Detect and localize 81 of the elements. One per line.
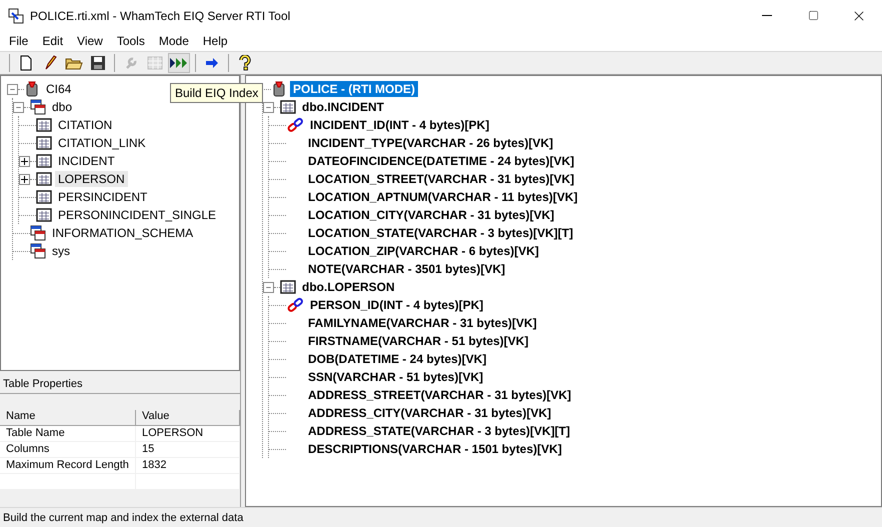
maximize-icon bbox=[808, 10, 818, 21]
tree-item[interactable]: dbo.LOPERSON bbox=[299, 279, 398, 295]
tree-item[interactable]: SSN(VARCHAR - 51 bytes)[VK] bbox=[305, 369, 486, 385]
collapse-icon[interactable] bbox=[263, 102, 274, 112]
menu-item[interactable]: Tools bbox=[110, 34, 152, 48]
tree-item[interactable]: DATEOFINCIDENCE(DATETIME - 24 bytes)[VK] bbox=[305, 153, 578, 169]
collapse-icon[interactable] bbox=[263, 282, 274, 292]
table-cell: Table Name bbox=[0, 426, 136, 442]
tree-item[interactable]: LOCATION_STATE(VARCHAR - 3 bytes)[VK][T] bbox=[305, 225, 576, 241]
panel-title: Table Properties bbox=[0, 375, 240, 394]
tree-item[interactable]: FAMILYNAME(VARCHAR - 31 bytes)[VK] bbox=[305, 315, 540, 331]
menu-item[interactable]: File bbox=[2, 34, 36, 48]
tree-item[interactable]: DESCRIPTIONS(VARCHAR - 1501 bytes)[VK] bbox=[305, 441, 565, 457]
schema-icon bbox=[30, 99, 46, 115]
tree-item[interactable]: LOCATION_STREET(VARCHAR - 31 bytes)[VK] bbox=[305, 171, 578, 187]
table-cell: 1832 bbox=[136, 458, 240, 474]
new-file-icon bbox=[19, 55, 33, 71]
tree-item[interactable]: INFORMATION_SCHEMA bbox=[49, 225, 196, 241]
column-header[interactable]: Name bbox=[0, 410, 136, 426]
menu-item[interactable]: Mode bbox=[152, 34, 196, 48]
tree-item[interactable]: ADDRESS_STATE(VARCHAR - 3 bytes)[VK][T] bbox=[305, 423, 574, 439]
tree-item[interactable]: INCIDENT bbox=[55, 153, 118, 169]
tree-item[interactable]: NOTE(VARCHAR - 3501 bytes)[VK] bbox=[305, 261, 508, 277]
table-icon bbox=[36, 190, 52, 204]
tree-item[interactable]: FIRSTNAME(VARCHAR - 51 bytes)[VK] bbox=[305, 333, 532, 349]
table-icon bbox=[36, 118, 52, 132]
tree-item[interactable]: PERSINCIDENT bbox=[55, 189, 150, 205]
wrench-icon bbox=[124, 56, 138, 70]
table-cell: LOPERSON bbox=[136, 426, 240, 442]
menu-item[interactable]: Help bbox=[196, 34, 235, 48]
table-icon bbox=[36, 154, 52, 168]
table-icon bbox=[36, 208, 52, 222]
tree-item[interactable]: DOB(DATETIME - 24 bytes)[VK] bbox=[305, 351, 490, 367]
collapse-icon[interactable] bbox=[7, 84, 18, 94]
tree-item[interactable]: CITATION_LINK bbox=[55, 135, 149, 151]
right-arrow-icon bbox=[205, 57, 219, 69]
window-title: POLICE.rti.xml - WhamTech EIQ Server RTI Tool bbox=[30, 8, 292, 22]
table-cell: Maximum Record Length bbox=[0, 458, 136, 474]
tree-item[interactable]: CI64 bbox=[43, 81, 74, 97]
help-icon bbox=[239, 55, 251, 71]
menu-item[interactable]: View bbox=[70, 34, 110, 48]
table-icon bbox=[147, 56, 163, 70]
tree-item[interactable]: dbo bbox=[49, 99, 76, 115]
menu-item[interactable]: Edit bbox=[35, 34, 70, 48]
expand-icon[interactable] bbox=[19, 156, 30, 166]
tree-item[interactable]: LOPERSON bbox=[55, 171, 128, 187]
pencil-icon bbox=[43, 55, 57, 71]
tree-item[interactable]: INCIDENT_TYPE(VARCHAR - 26 bytes)[VK] bbox=[305, 135, 556, 151]
link-icon bbox=[286, 297, 304, 313]
schema-icon bbox=[30, 243, 46, 259]
link-icon bbox=[286, 117, 304, 133]
table-icon bbox=[280, 280, 296, 294]
table-icon bbox=[36, 136, 52, 150]
toolbar-button[interactable] bbox=[168, 53, 190, 73]
column-header[interactable]: Value bbox=[136, 410, 240, 426]
tree-item[interactable]: PERSONINCIDENT_SINGLE bbox=[55, 207, 220, 223]
database-icon bbox=[271, 81, 287, 97]
table-icon bbox=[280, 100, 296, 114]
tree-item[interactable]: ADDRESS_STREET(VARCHAR - 31 bytes)[VK] bbox=[305, 387, 574, 403]
tree-item[interactable]: PERSON_ID(INT - 4 bytes)[PK] bbox=[307, 297, 486, 313]
tree-item[interactable]: LOCATION_ZIP(VARCHAR - 6 bytes)[VK] bbox=[305, 243, 542, 259]
expand-icon[interactable] bbox=[19, 174, 30, 184]
collapse-icon[interactable] bbox=[13, 102, 24, 112]
triple-arrow-icon bbox=[169, 57, 189, 69]
tree-item[interactable]: INCIDENT_ID(INT - 4 bytes)[PK] bbox=[307, 117, 492, 133]
tree-item[interactable]: LOCATION_CITY(VARCHAR - 31 bytes)[VK] bbox=[305, 207, 558, 223]
tree-item[interactable]: CITATION bbox=[55, 117, 116, 133]
tree-item[interactable]: ADDRESS_CITY(VARCHAR - 31 bytes)[VK] bbox=[305, 405, 554, 421]
status-bar: Build the current map and index the external data bbox=[0, 507, 882, 527]
table-icon bbox=[36, 172, 52, 186]
tooltip: Build EIQ Index bbox=[170, 83, 264, 103]
tree-item[interactable]: dbo.INCIDENT bbox=[299, 99, 387, 115]
table-cell: 15 bbox=[136, 442, 240, 458]
table-cell: Columns bbox=[0, 442, 136, 458]
tree-item[interactable]: LOCATION_APTNUM(VARCHAR - 11 bytes)[VK] bbox=[305, 189, 581, 205]
app-icon bbox=[8, 8, 24, 24]
tree-item[interactable]: POLICE - (RTI MODE) bbox=[290, 81, 418, 97]
database-icon bbox=[24, 81, 40, 97]
tree-item[interactable]: sys bbox=[49, 243, 73, 259]
minimize-icon bbox=[762, 15, 772, 16]
schema-icon bbox=[30, 225, 46, 241]
